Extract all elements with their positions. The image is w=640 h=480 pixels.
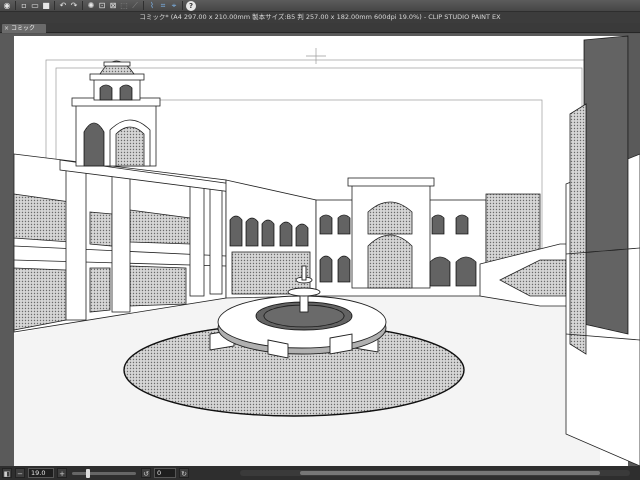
- close-icon[interactable]: ×: [4, 24, 9, 33]
- zoom-in-icon[interactable]: +: [57, 468, 67, 478]
- snap-ruler-icon[interactable]: ⌖: [169, 1, 179, 11]
- help-icon[interactable]: ?: [186, 0, 196, 11]
- rotate-right-icon[interactable]: ↻: [179, 468, 189, 478]
- clip-studio-icon[interactable]: ◉: [2, 1, 12, 11]
- zoom-field[interactable]: 19.0: [28, 468, 54, 478]
- toolbar-separator: [182, 1, 183, 10]
- window-title: コミック* (A4 297.00 x 210.00mm 製本サイズ:B5 判 2…: [0, 12, 640, 23]
- undo-icon[interactable]: ↶: [58, 1, 68, 11]
- canvas-area[interactable]: [0, 34, 640, 466]
- open-icon[interactable]: ▭: [30, 1, 40, 11]
- toolbar-separator: [15, 1, 16, 10]
- command-bar: ◉ ▫ ▭ ■ ↶ ↷ ✺ ⊡ ⊠ ⬚ ⟋ ⌇ ⌗ ⌖ ?: [0, 0, 640, 12]
- navigator-icon[interactable]: ◧: [2, 468, 12, 478]
- tab-comic[interactable]: × コミック: [2, 24, 46, 33]
- rotate-left-icon[interactable]: ↺: [141, 468, 151, 478]
- new-icon[interactable]: ▫: [19, 1, 29, 11]
- redo-icon[interactable]: ↷: [69, 1, 79, 11]
- scrollbar-thumb[interactable]: [300, 471, 600, 475]
- zoom-out-icon[interactable]: −: [15, 468, 25, 478]
- transform-icon[interactable]: ⊡: [97, 1, 107, 11]
- horizontal-scrollbar[interactable]: [240, 470, 630, 476]
- angle-field[interactable]: 0: [154, 468, 176, 478]
- snap-grid-icon[interactable]: ⌗: [158, 1, 168, 11]
- deselect-icon[interactable]: ⊠: [108, 1, 118, 11]
- invert-icon[interactable]: ⬚: [119, 1, 129, 11]
- app-window: ◉ ▫ ▭ ■ ↶ ↷ ✺ ⊡ ⊠ ⬚ ⟋ ⌇ ⌗ ⌖ ? コミック* (A4 …: [0, 0, 640, 480]
- toolbar-separator: [82, 1, 83, 10]
- snap-icon[interactable]: ⌇: [147, 1, 157, 11]
- canvas-drawing: [13, 35, 640, 466]
- clear-icon[interactable]: ✺: [86, 1, 96, 11]
- canvas-tab-bar: × コミック: [0, 23, 640, 33]
- zoom-slider-handle[interactable]: [86, 468, 90, 478]
- toolbar-separator: [143, 1, 144, 10]
- status-bar: ◧ − 19.0 + ↺ 0 ↻: [0, 466, 640, 480]
- zoom-slider[interactable]: [72, 468, 136, 478]
- save-icon[interactable]: ■: [41, 1, 51, 11]
- tab-label: コミック: [11, 25, 36, 32]
- toolbar-separator: [54, 1, 55, 10]
- ruler-icon[interactable]: ⟋: [130, 1, 140, 11]
